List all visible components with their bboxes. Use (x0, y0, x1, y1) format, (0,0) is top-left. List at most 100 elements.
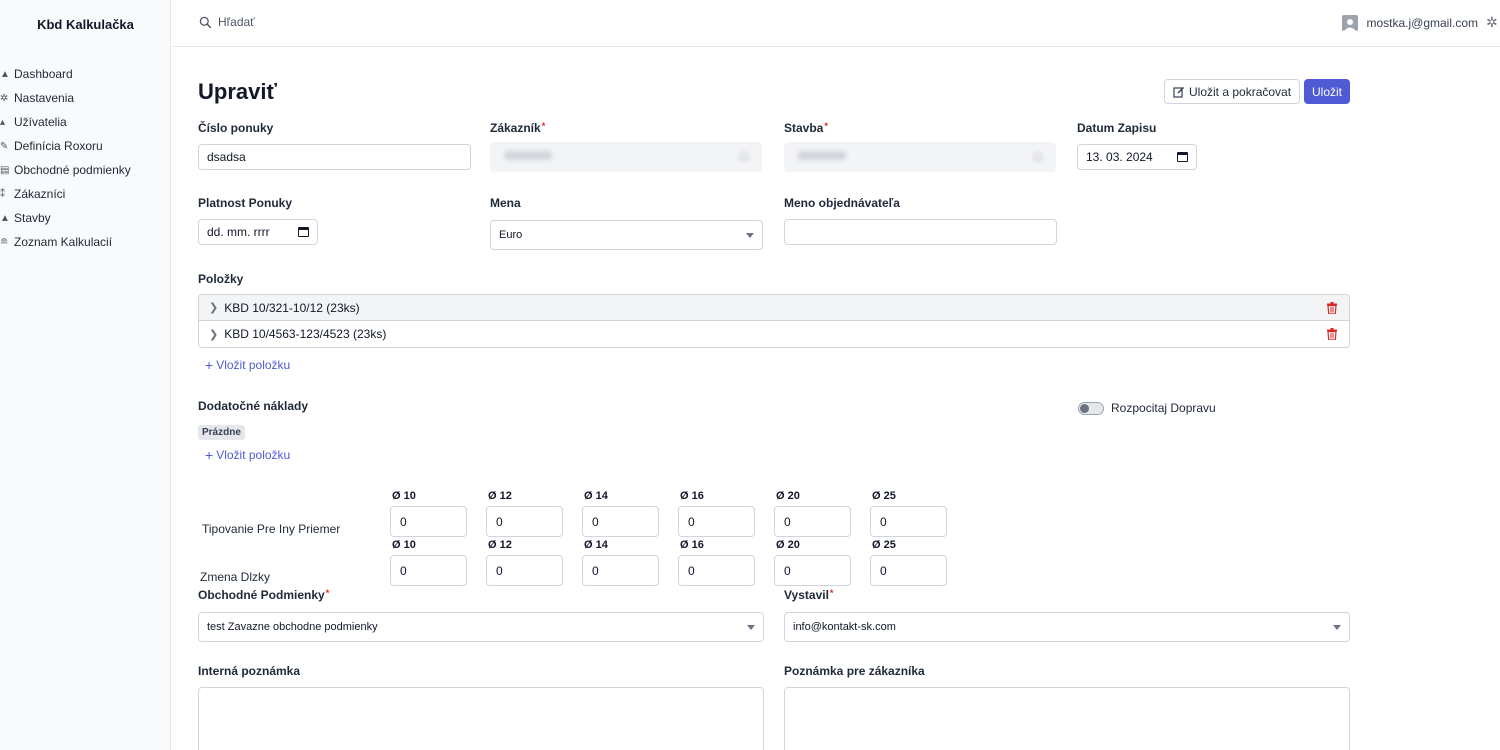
pencil-icon: ✎ (0, 140, 9, 152)
diameter-header: Ø 10 (392, 539, 416, 551)
platnost-ponuky-input[interactable]: dd. mm. rrrr (198, 219, 318, 245)
calendar-icon[interactable] (298, 227, 309, 237)
user-menu[interactable]: mostka.j@gmail.com ✲ (1342, 14, 1500, 31)
stavba-select[interactable] (784, 142, 1056, 172)
sidebar-item-definicia-roxoru[interactable]: ✎ Definícia Roxoru (0, 134, 131, 158)
obchodne-podmienky-label: Obchodné Podmienky* (198, 588, 330, 602)
save-button[interactable]: Uložit (1304, 79, 1351, 104)
gear-icon: ✲ (0, 92, 9, 104)
clear-icon (738, 151, 750, 163)
sidebar-item-label: Stavby (14, 211, 51, 225)
trash-icon[interactable] (1327, 328, 1337, 340)
tipovanie-input-16[interactable]: 0 (678, 506, 755, 537)
zakaznik-label: Zákazník* (490, 121, 546, 135)
zmena-input-20[interactable]: 0 (774, 555, 851, 586)
search-input[interactable]: Hľadať (199, 15, 255, 29)
mena-label: Mena (490, 196, 521, 210)
sidebar-item-label: Zoznam Kalkulacií (14, 235, 113, 249)
chevron-right-icon[interactable]: ❯ (209, 301, 218, 314)
settings-gear-icon[interactable]: ✲ (1486, 14, 1500, 31)
stavba-label: Stavba* (784, 121, 828, 135)
chevron-down-icon (1333, 624, 1341, 630)
list-icon: ≘ (0, 236, 9, 248)
blurred-value (504, 151, 552, 160)
diameter-header: Ø 12 (488, 539, 512, 551)
cislo-ponuky-input[interactable]: dsadsa (198, 144, 471, 170)
search-placeholder: Hľadať (218, 15, 255, 29)
toggle-switch[interactable] (1078, 401, 1104, 415)
page-title: Upraviť (198, 79, 278, 104)
zakaznik-select[interactable] (490, 142, 762, 172)
diameter-header: Ø 20 (776, 490, 800, 502)
datum-zapisu-input[interactable]: 13. 03. 2024 (1077, 144, 1197, 170)
dodatocne-naklady-label: Dodatočné náklady (198, 399, 309, 413)
sidebar-item-zakaznici[interactable]: ⁑ Zákazníci (0, 182, 131, 206)
diameter-header: Ø 12 (488, 490, 512, 502)
home-icon: ▲ (0, 68, 10, 80)
tipovanie-input-10[interactable]: 0 (390, 506, 467, 537)
diameter-header: Ø 16 (680, 539, 704, 551)
sidebar-item-uzivatelia[interactable]: ▴ Užívatelia (0, 110, 131, 134)
poznamka-zakaznik-textarea[interactable] (784, 687, 1350, 750)
zmena-input-10[interactable]: 0 (390, 555, 467, 586)
search-icon (199, 16, 212, 28)
meno-objednavatela-input[interactable] (784, 219, 1057, 245)
zmena-input-14[interactable]: 0 (582, 555, 659, 586)
polozky-label: Položky (198, 272, 244, 286)
list-item[interactable]: ❯ KBD 10/321-10/12 (23ks) (199, 295, 1349, 321)
chevron-down-icon (746, 232, 754, 238)
app-title[interactable]: Kbd Kalkulačka (0, 17, 171, 32)
sidebar-item-stavby[interactable]: ▲ Stavby (0, 206, 131, 230)
user-email: mostka.j@gmail.com (1366, 15, 1478, 30)
chevron-down-icon (747, 624, 755, 630)
tipovanie-input-14[interactable]: 0 (582, 506, 659, 537)
rozpocitaj-dopravu-toggle[interactable]: Rozpocitaj Dopravu (1078, 401, 1216, 415)
zmena-input-12[interactable]: 0 (486, 555, 563, 586)
sidebar-item-zoznam-kalkulacii[interactable]: ≘ Zoznam Kalkulacií (0, 230, 131, 254)
sidebar: Kbd Kalkulačka ▲ Dashboard ✲ Nastavenia … (0, 0, 171, 750)
tipovanie-label: Tipovanie Pre Iny Priemer (202, 522, 341, 536)
list-item[interactable]: ❯ KBD 10/4563-123/4523 (23ks) (199, 321, 1349, 347)
document-icon: ▤ (0, 164, 10, 176)
interna-poznamka-textarea[interactable] (198, 687, 764, 750)
diameter-header: Ø 14 (584, 490, 608, 502)
sidebar-item-label: Nastavenia (14, 91, 75, 105)
sidebar-item-dashboard[interactable]: ▲ Dashboard (0, 62, 131, 86)
toggle-knob (1080, 403, 1089, 413)
add-polozka-link[interactable]: + Vložit položku (205, 357, 290, 373)
save-continue-button[interactable]: Uložit a pokračovat (1164, 79, 1301, 104)
plus-icon: + (205, 447, 214, 463)
tipovanie-input-25[interactable]: 0 (870, 506, 947, 537)
user-icon: ▴ (0, 116, 6, 128)
zmena-input-16[interactable]: 0 (678, 555, 755, 586)
calendar-icon[interactable] (1177, 152, 1188, 162)
building-icon: ▲ (0, 212, 10, 224)
interna-poznamka-label: Interná poznámka (198, 664, 301, 678)
save-continue-label: Uložit a pokračovat (1189, 84, 1292, 99)
users-icon: ⁑ (0, 188, 5, 200)
zmena-input-25[interactable]: 0 (870, 555, 947, 586)
datum-zapisu-label: Datum Zapisu (1077, 121, 1157, 135)
diameter-header: Ø 25 (872, 490, 896, 502)
diameter-header: Ø 25 (872, 539, 896, 551)
obchodne-podmienky-select[interactable]: test Zavazne obchodne podmienky (198, 612, 764, 642)
sidebar-item-label: Zákazníci (14, 187, 66, 201)
add-naklad-link[interactable]: + Vložit položku (205, 447, 290, 463)
meno-objednavatela-label: Meno objednávateľa (784, 196, 900, 210)
sidebar-item-nastavenia[interactable]: ✲ Nastavenia (0, 86, 131, 110)
zmena-dlzky-label: Zmena Dlzky (200, 570, 271, 584)
diameter-header: Ø 20 (776, 539, 800, 551)
sidebar-item-label: Definícia Roxoru (14, 139, 103, 153)
mena-select[interactable]: Euro (490, 220, 763, 250)
vystavil-select[interactable]: info@kontakt-sk.com (784, 612, 1350, 642)
cislo-ponuky-label: Číslo ponuky (198, 121, 274, 135)
chevron-right-icon[interactable]: ❯ (209, 328, 218, 341)
diameter-header: Ø 16 (680, 490, 704, 502)
sidebar-item-label: Užívatelia (14, 115, 67, 129)
tipovanie-input-12[interactable]: 0 (486, 506, 563, 537)
sidebar-item-obchodne-podmienky[interactable]: ▤ Obchodné podmienky (0, 158, 131, 182)
tipovanie-input-20[interactable]: 0 (774, 506, 851, 537)
trash-icon[interactable] (1327, 301, 1337, 314)
poznamka-zakaznik-label: Poznámka pre zákazníka (784, 664, 925, 678)
plus-icon: + (205, 357, 214, 373)
